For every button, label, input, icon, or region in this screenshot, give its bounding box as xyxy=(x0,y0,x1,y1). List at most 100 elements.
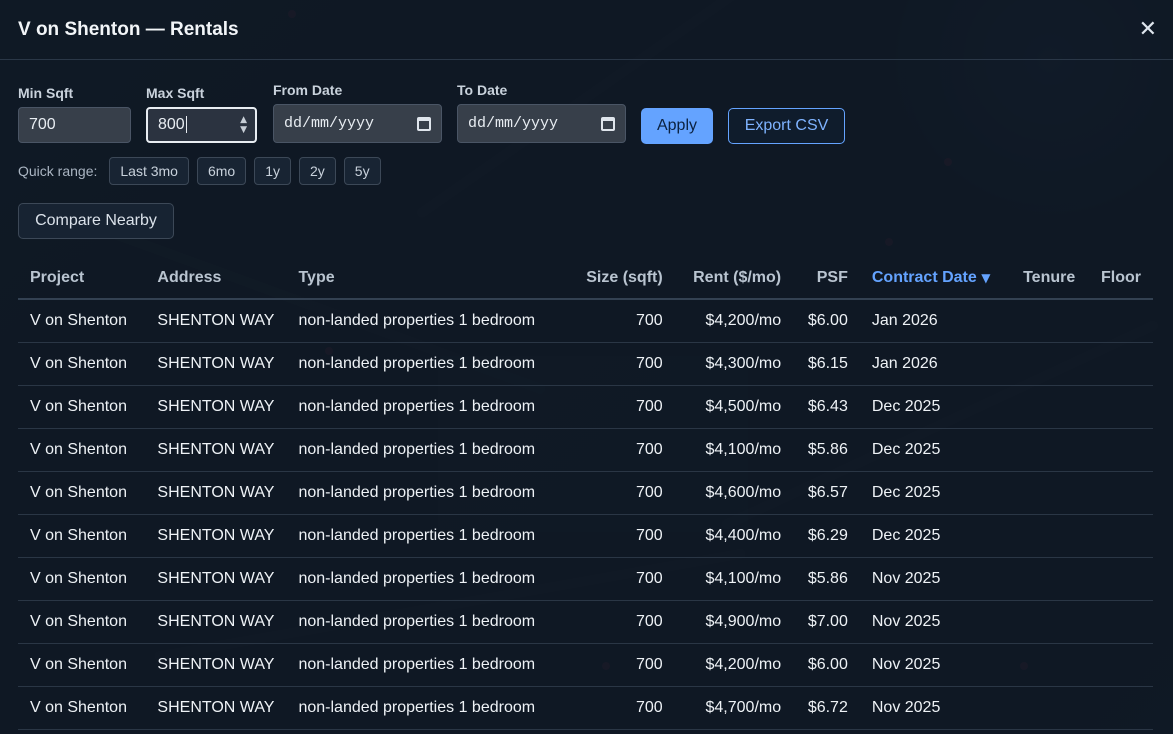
rentals-table: Project Address Type Size (sqft) Rent ($… xyxy=(18,257,1153,730)
table-cell: 700 xyxy=(547,643,675,687)
table-cell: SHENTON WAY xyxy=(145,600,287,644)
table-cell xyxy=(1089,299,1153,343)
min-sqft-field: Min Sqft 700 xyxy=(18,85,131,143)
quick-range-2y[interactable]: 2y xyxy=(299,157,336,185)
table-cell: Dec 2025 xyxy=(859,428,1012,472)
col-type[interactable]: Type xyxy=(286,257,548,300)
table-cell xyxy=(1011,385,1089,429)
table-cell xyxy=(1089,600,1153,644)
table-row[interactable]: V on Shenton SHENTON WAY non-landed proper… xyxy=(18,643,1153,687)
table-row[interactable]: V on Shenton SHENTON WAY non-landed proper… xyxy=(18,299,1153,343)
col-size[interactable]: Size (sqft) xyxy=(547,257,675,300)
table-cell: 700 xyxy=(547,600,675,644)
table-cell: 700 xyxy=(547,428,675,472)
to-date-field: To Date dd/mm/yyyy xyxy=(457,82,626,143)
table-cell xyxy=(1089,471,1153,515)
table-cell: non-landed properties 1 bedroom xyxy=(286,557,548,601)
col-floor[interactable]: Floor xyxy=(1089,257,1153,300)
table-row[interactable]: V on Shenton SHENTON WAY non-landed proper… xyxy=(18,514,1153,558)
table-cell: V on Shenton xyxy=(18,514,146,558)
min-sqft-input[interactable]: 700 xyxy=(18,107,131,143)
col-rent[interactable]: Rent ($/mo) xyxy=(674,257,794,300)
table-cell: $4,100/mo xyxy=(674,428,794,472)
table-cell: $6.00 xyxy=(793,299,860,343)
table-cell: $4,500/mo xyxy=(674,385,794,429)
from-date-label: From Date xyxy=(273,82,343,98)
quick-range: Quick range: Last 3mo 6mo 1y 2y 5y xyxy=(18,157,381,185)
table-cell: non-landed properties 1 bedroom xyxy=(286,342,548,386)
number-spinner[interactable]: ▲ ▼ xyxy=(240,116,247,135)
table-cell xyxy=(1011,471,1089,515)
filter-bar: Min Sqft 700 Max Sqft 800 ▲ ▼ From Date … xyxy=(0,60,1173,160)
table-cell: Nov 2025 xyxy=(859,557,1012,601)
table-cell: V on Shenton xyxy=(18,471,146,515)
table-cell xyxy=(1089,342,1153,386)
table-cell: V on Shenton xyxy=(18,686,146,730)
quick-range-label: Quick range: xyxy=(18,163,98,179)
table-header-row: Project Address Type Size (sqft) Rent ($… xyxy=(18,257,1153,300)
to-date-input[interactable]: dd/mm/yyyy xyxy=(457,104,626,143)
table-cell: $6.29 xyxy=(793,514,860,558)
table-cell: $6.57 xyxy=(793,471,860,515)
table-row[interactable]: V on Shenton SHENTON WAY non-landed proper… xyxy=(18,557,1153,601)
table-row[interactable]: V on Shenton SHENTON WAY non-landed proper… xyxy=(18,385,1153,429)
table-cell: 700 xyxy=(547,385,675,429)
table-row[interactable]: V on Shenton SHENTON WAY non-landed proper… xyxy=(18,471,1153,515)
calendar-icon[interactable] xyxy=(601,116,615,131)
min-sqft-value: 700 xyxy=(29,116,56,133)
table-row[interactable]: V on Shenton SHENTON WAY non-landed proper… xyxy=(18,686,1153,730)
table-body: V on Shenton SHENTON WAY non-landed proper… xyxy=(18,299,1153,730)
col-address[interactable]: Address xyxy=(145,257,287,300)
table-cell: non-landed properties 1 bedroom xyxy=(286,428,548,472)
quick-range-5y[interactable]: 5y xyxy=(343,157,381,185)
text-caret xyxy=(185,116,187,134)
export-csv-button[interactable]: Export CSV xyxy=(728,108,845,144)
table-cell xyxy=(1089,428,1153,472)
table-cell xyxy=(1089,643,1153,687)
calendar-icon[interactable] xyxy=(417,116,431,131)
quick-range-6mo[interactable]: 6mo xyxy=(196,157,247,185)
table-cell xyxy=(1011,643,1089,687)
table-cell: non-landed properties 1 bedroom xyxy=(286,600,548,644)
table-cell: 700 xyxy=(547,299,675,343)
table-cell: non-landed properties 1 bedroom xyxy=(286,385,548,429)
table-cell: $5.86 xyxy=(793,428,860,472)
table-cell: $4,600/mo xyxy=(674,471,794,515)
spinner-up-icon[interactable]: ▲ xyxy=(240,116,247,125)
quick-range-1y[interactable]: 1y xyxy=(254,157,291,185)
to-date-label: To Date xyxy=(457,82,508,98)
table-cell: Jan 2026 xyxy=(859,342,1012,386)
table-cell xyxy=(1089,686,1153,730)
table-cell: V on Shenton xyxy=(18,342,146,386)
table-cell: $5.86 xyxy=(793,557,860,601)
table-cell: $4,200/mo xyxy=(674,299,794,343)
apply-button[interactable]: Apply xyxy=(641,108,713,144)
col-project[interactable]: Project xyxy=(18,257,146,300)
table-cell: $4,300/mo xyxy=(674,342,794,386)
table-cell xyxy=(1011,299,1089,343)
compare-nearby-button[interactable]: Compare Nearby xyxy=(18,203,174,239)
table-cell: Dec 2025 xyxy=(859,471,1012,515)
table-row[interactable]: V on Shenton SHENTON WAY non-landed proper… xyxy=(18,600,1153,644)
col-psf[interactable]: PSF xyxy=(793,257,860,300)
table-cell: $6.72 xyxy=(793,686,860,730)
from-date-input[interactable]: dd/mm/yyyy xyxy=(273,104,442,143)
table-cell: 700 xyxy=(547,557,675,601)
table-cell: non-landed properties 1 bedroom xyxy=(286,471,548,515)
col-tenure[interactable]: Tenure xyxy=(1011,257,1089,300)
close-button[interactable]: ✕ xyxy=(1139,18,1157,41)
table-row[interactable]: V on Shenton SHENTON WAY non-landed proper… xyxy=(18,428,1153,472)
table-cell: Nov 2025 xyxy=(859,643,1012,687)
table-cell: 700 xyxy=(547,686,675,730)
col-contract-date[interactable]: Contract Date ▼ xyxy=(859,257,1012,300)
table-cell: $4,400/mo xyxy=(674,514,794,558)
table-row[interactable]: V on Shenton SHENTON WAY non-landed proper… xyxy=(18,342,1153,386)
spinner-down-icon[interactable]: ▼ xyxy=(240,126,247,135)
table-cell: 700 xyxy=(547,471,675,515)
table-cell: Jan 2026 xyxy=(859,299,1012,343)
quick-range-3mo[interactable]: Last 3mo xyxy=(109,157,189,185)
max-sqft-value: 800 xyxy=(158,116,185,133)
table-cell xyxy=(1089,514,1153,558)
table-cell xyxy=(1011,514,1089,558)
max-sqft-input[interactable]: 800 ▲ ▼ xyxy=(146,107,257,143)
